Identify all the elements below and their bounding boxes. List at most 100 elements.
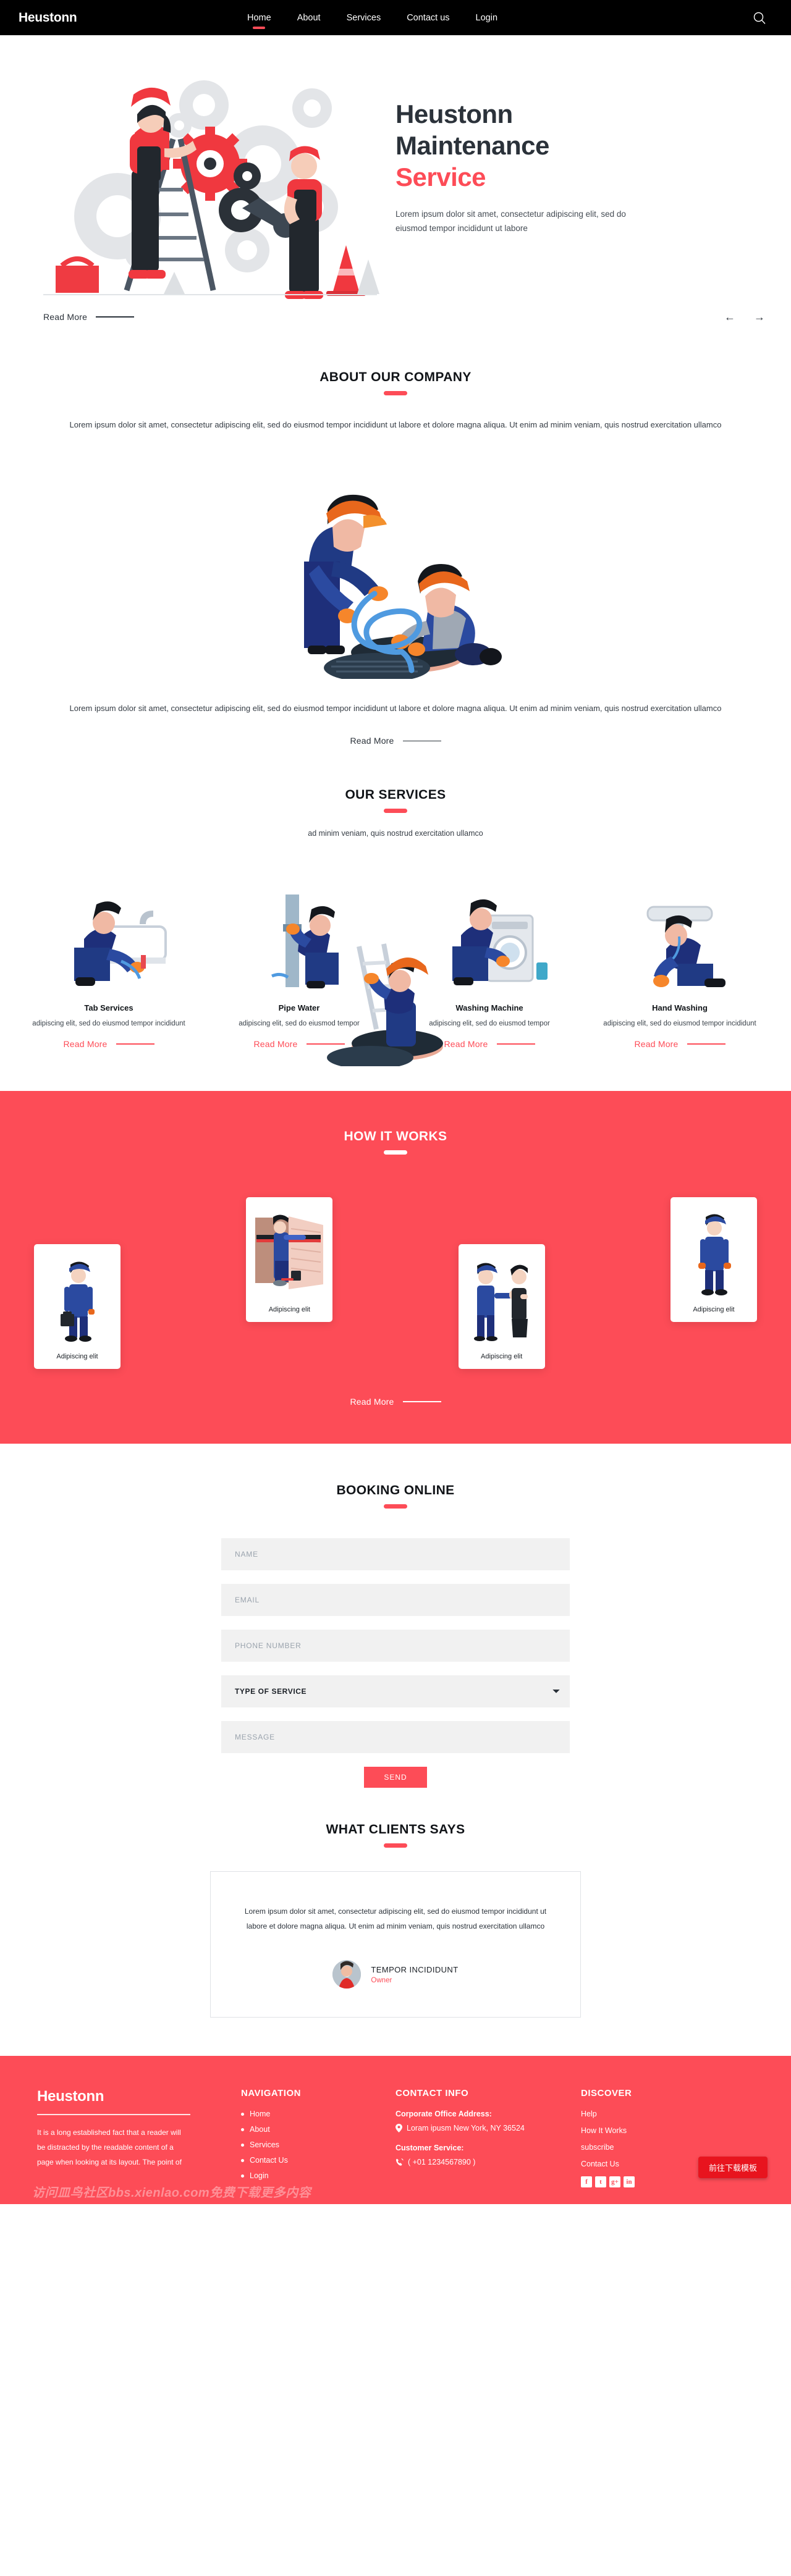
footer-address-label: Corporate Office Address: [396, 2110, 492, 2118]
service-read-more-link[interactable]: Read More [63, 1039, 154, 1049]
site-footer: Heustonn It is a long established fact t… [0, 2056, 791, 2204]
phone-number-input[interactable] [221, 1629, 570, 1662]
testimonial-card: Lorem ipsum dolor sit amet, consectetur … [210, 1871, 581, 2018]
twitter-icon[interactable]: t [595, 2176, 606, 2187]
service-card[interactable]: Tab Services adipiscing elit, sed do eiu… [14, 870, 204, 1050]
read-more-rule [402, 1401, 441, 1402]
hero-read-more-label: Read More [43, 312, 88, 322]
read-more-rule [96, 316, 135, 318]
top-navbar: Heustonn Home About Services Contact us … [0, 0, 791, 35]
message-textarea[interactable] [221, 1720, 570, 1753]
how-card[interactable]: Adipiscing elit [458, 1244, 545, 1369]
booking-title: BOOKING ONLINE [336, 1483, 455, 1497]
footer-nav-services[interactable]: Services [250, 2140, 279, 2149]
service-title: Hand Washing [652, 1003, 708, 1013]
testimonial-quote: Lorem ipsum dolor sit amet, consectetur … [244, 1906, 547, 1931]
footer-nav-login[interactable]: Login [250, 2171, 269, 2180]
hero-title-line2: Maintenance [396, 131, 549, 161]
google-plus-icon[interactable]: g+ [609, 2176, 620, 2187]
list-item[interactable]: Help [581, 2110, 735, 2118]
arrow-right-icon[interactable]: → [753, 310, 766, 324]
tab-services-icon [19, 870, 199, 993]
bullet-icon [241, 2112, 244, 2116]
testimonial-author-meta: TEMPOR INCIDIDUNT Owner [371, 1965, 458, 1984]
search-icon[interactable] [753, 11, 766, 25]
linkedin-icon[interactable]: in [624, 2176, 635, 2187]
how-card[interactable]: Adipiscing elit [34, 1244, 121, 1369]
footer-discover-how-it-works[interactable]: How It Works [581, 2126, 627, 2135]
facebook-icon[interactable]: f [581, 2176, 592, 2187]
main-nav: Home About Services Contact us Login [247, 0, 497, 35]
service-card[interactable]: Pipe Water adipiscing elit, sed do eiusm… [204, 870, 394, 1050]
footer-discover-contact-us[interactable]: Contact Us [581, 2160, 619, 2168]
testimonial-author-name: TEMPOR INCIDIDUNT [371, 1964, 459, 1974]
booking-form: TYPE OF SERVICE SEND [221, 1538, 570, 1788]
handshake-image [465, 1254, 539, 1347]
how-card[interactable]: Adipiscing elit [246, 1197, 333, 1322]
hero-title-line1: Heustonn [396, 99, 513, 128]
title-underline [384, 809, 407, 814]
about-title: ABOUT OUR COMPANY [319, 370, 472, 384]
footer-discover-help[interactable]: Help [581, 2110, 597, 2118]
type-of-service-select[interactable]: TYPE OF SERVICE [221, 1675, 570, 1707]
footer-address-line: Loram ipusm New York, NY 36524 [396, 2124, 581, 2132]
nav-item-contact-us[interactable]: Contact us [407, 11, 449, 25]
hero-illustration [0, 53, 396, 312]
list-item[interactable]: Contact Us [241, 2156, 396, 2165]
title-underline [384, 1150, 407, 1155]
how-card[interactable]: Adipiscing elit [670, 1197, 757, 1322]
services-title: OUR SERVICES [345, 788, 446, 802]
how-card-label: Adipiscing elit [268, 1305, 310, 1313]
nav-item-home[interactable]: Home [247, 11, 271, 25]
about-section: ABOUT OUR COMPANY Lorem ipsum dolor sit … [0, 326, 791, 747]
nav-item-services[interactable]: Services [347, 11, 381, 25]
nav-item-about[interactable]: About [297, 11, 321, 25]
service-read-more-link[interactable]: Read More [634, 1039, 725, 1049]
hero-actions: Read More ← → [0, 305, 791, 329]
footer-navigation-heading: NAVIGATION [241, 2088, 301, 2098]
service-read-more-link[interactable]: Read More [444, 1039, 535, 1049]
testimonial-author-role: Owner [371, 1976, 392, 1984]
service-title: Pipe Water [278, 1003, 320, 1013]
worker-with-toolbox-image [40, 1254, 114, 1347]
service-footer: Read More [590, 1039, 770, 1050]
footer-discover-subscribe[interactable]: subscribe [581, 2143, 614, 2152]
about-paragraph-bottom: Lorem ipsum dolor sit amet, consectetur … [69, 703, 722, 713]
arrow-left-icon[interactable]: ← [723, 310, 737, 324]
list-item[interactable]: About [241, 2125, 396, 2134]
bullet-icon [241, 2174, 244, 2178]
nav-item-login[interactable]: Login [476, 11, 497, 25]
email-input[interactable] [221, 1583, 570, 1616]
services-grid: Tab Services adipiscing elit, sed do eiu… [0, 870, 791, 1070]
hand-washing-icon [590, 870, 770, 993]
download-template-badge[interactable]: 前往下载模板 [698, 2157, 768, 2178]
footer-brand: Heustonn [37, 2088, 104, 2105]
hero-carousel-controls: ← → [723, 310, 766, 324]
hero-section: Heustonn Maintenance Service Lorem ipsum… [0, 35, 791, 326]
brand-logo[interactable]: Heustonn [19, 11, 77, 25]
page-root: Heustonn Home About Services Contact us … [0, 0, 791, 2204]
send-button[interactable]: SEND [364, 1766, 427, 1788]
service-desc: adipiscing elit, sed do eiusmod tempor i… [603, 1020, 756, 1028]
footer-service-label: Customer Service: [396, 2144, 464, 2152]
footer-nav-about[interactable]: About [250, 2125, 270, 2134]
service-read-more-link[interactable]: Read More [253, 1039, 345, 1049]
hero-title-accent: Service [396, 162, 486, 192]
list-item[interactable]: subscribe [581, 2143, 735, 2152]
about-read-more-link[interactable]: Read More [350, 736, 441, 746]
list-item[interactable]: How It Works [581, 2126, 735, 2135]
testimonials-section: WHAT CLIENTS SAYS Lorem ipsum dolor sit … [0, 1788, 791, 2018]
about-read-more-label: Read More [350, 736, 394, 746]
name-input[interactable] [221, 1538, 570, 1570]
service-card[interactable]: Washing Machine adipiscing elit, sed do … [394, 870, 585, 1050]
footer-navigation-column: NAVIGATION Home About Services Contact U… [241, 2088, 396, 2187]
footer-nav-contact-us[interactable]: Contact Us [250, 2156, 288, 2165]
list-item[interactable]: Login [241, 2171, 396, 2180]
how-read-more-link[interactable]: Read More [350, 1397, 441, 1407]
footer-nav-home[interactable]: Home [250, 2110, 270, 2118]
service-card[interactable]: Hand Washing adipiscing elit, sed do eiu… [585, 870, 775, 1050]
list-item[interactable]: Services [241, 2140, 396, 2149]
phone-icon [396, 2158, 404, 2166]
list-item[interactable]: Home [241, 2110, 396, 2118]
hero-read-more-link[interactable]: Read More [43, 312, 135, 322]
